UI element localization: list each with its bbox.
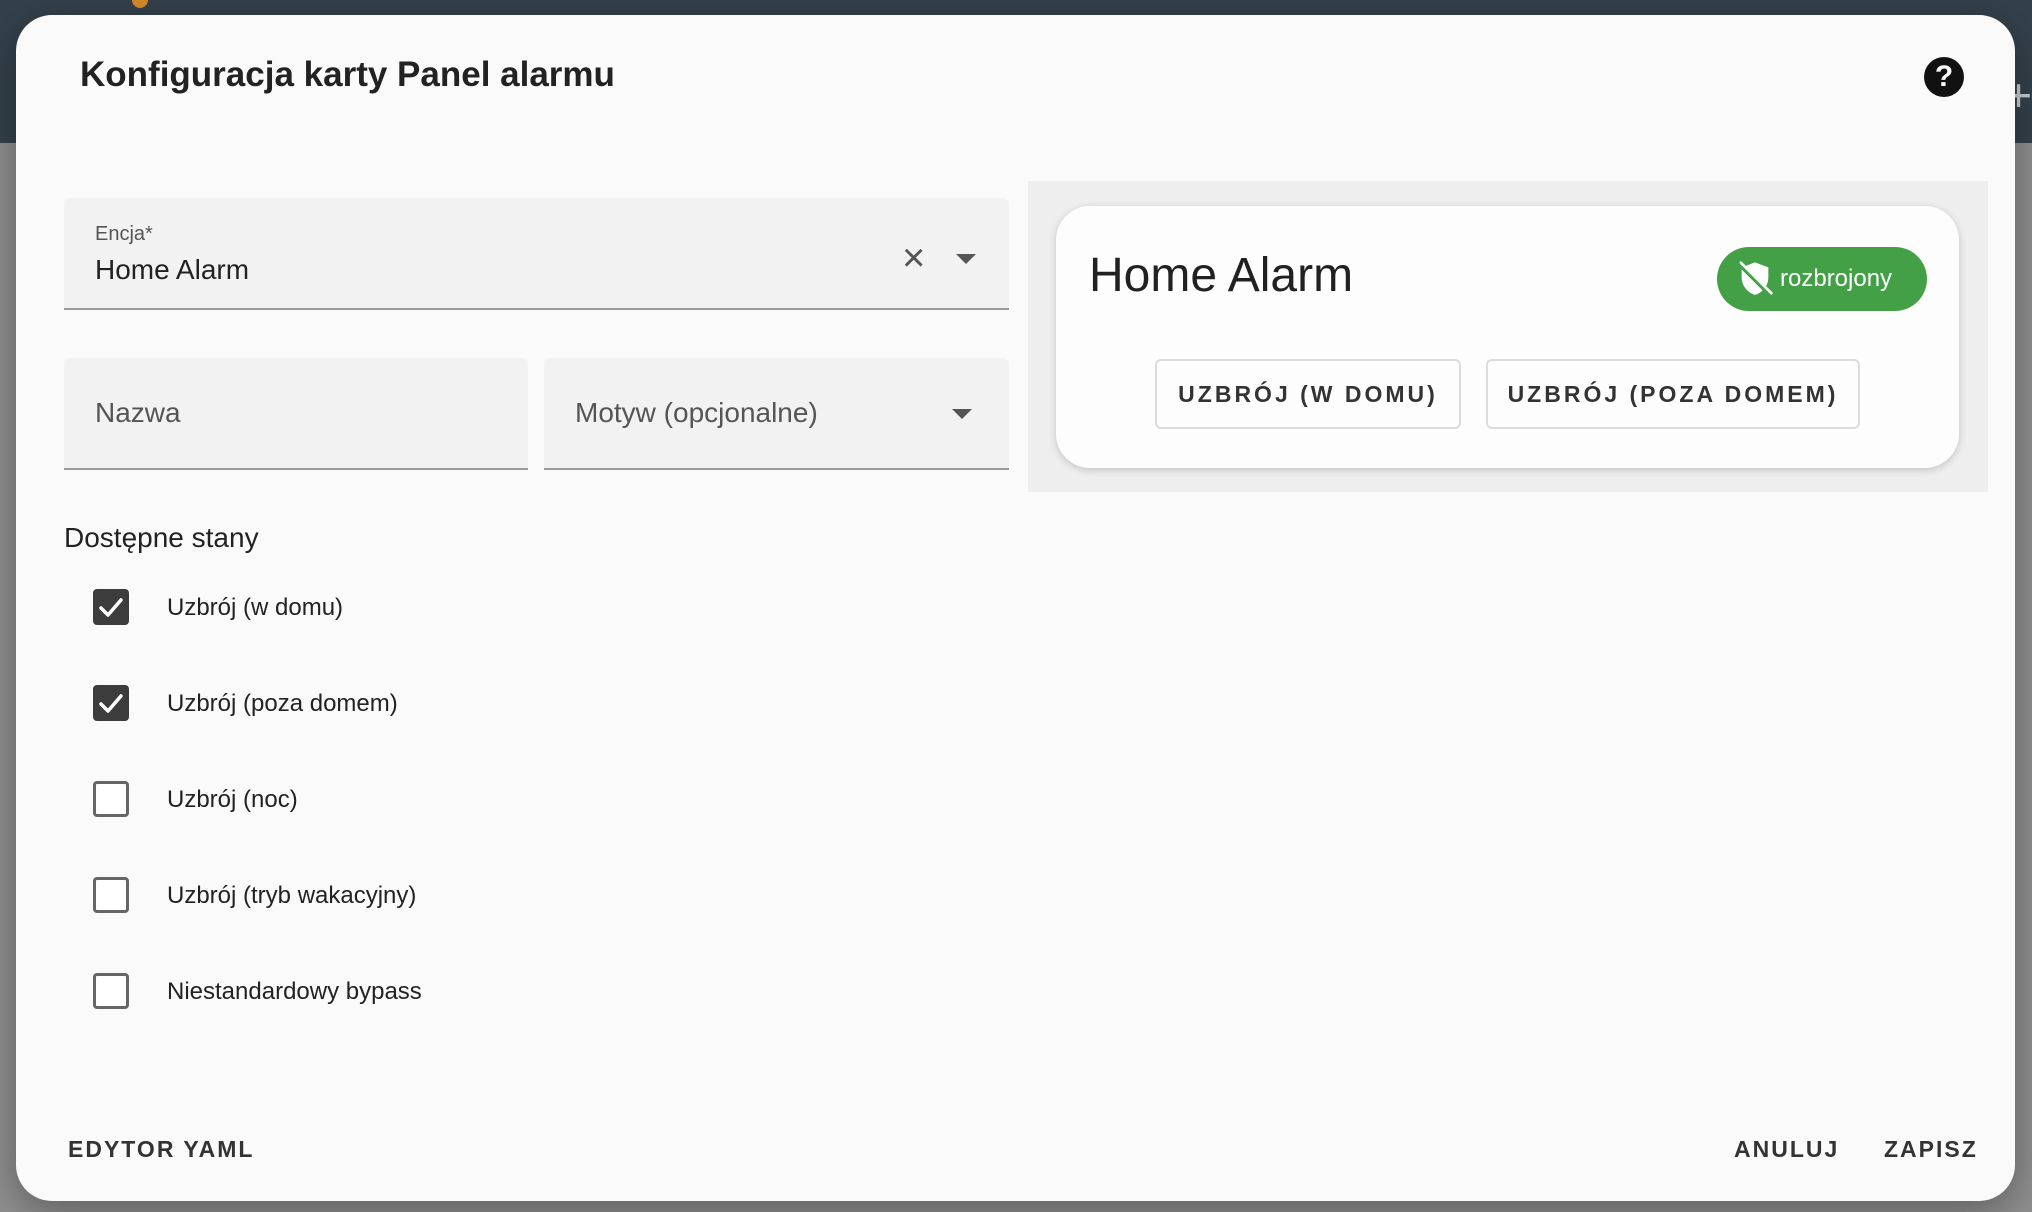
checkmark-icon	[99, 598, 123, 617]
checkbox[interactable]	[93, 973, 129, 1009]
background-logo-fragment	[132, 0, 148, 8]
state-checkbox-label: Niestandardowy bypass	[167, 978, 422, 1005]
card-title: Home Alarm	[1089, 249, 1354, 302]
checkbox[interactable]	[93, 877, 129, 913]
name-field[interactable]: Nazwa	[64, 358, 528, 470]
checkmark-icon	[99, 694, 123, 713]
alarm-panel-card: Home Alarm rozbrojony UZBRÓJ (W DOMU) UZ…	[1056, 206, 1959, 468]
states-section-title: Dostępne stany	[64, 522, 259, 553]
state-checkbox-label: Uzbrój (tryb wakacyjny)	[167, 882, 417, 909]
save-button[interactable]: ZAPISZ	[1884, 1136, 1978, 1163]
entity-field-value: Home Alarm	[95, 254, 250, 285]
arm-home-button[interactable]: UZBRÓJ (W DOMU)	[1155, 359, 1461, 429]
card-config-dialog: Konfiguracja karty Panel alarmu ? Encja*…	[16, 15, 2015, 1201]
dialog-title: Konfiguracja karty Panel alarmu	[80, 55, 615, 94]
state-checkbox-label: Uzbrój (poza domem)	[167, 690, 398, 717]
theme-select-placeholder: Motyw (opcjonalne)	[575, 397, 818, 428]
entity-field[interactable]: Encja* Home Alarm ×	[64, 198, 1009, 310]
status-badge-text: rozbrojony	[1780, 265, 1893, 292]
chevron-down-icon[interactable]	[956, 254, 976, 264]
checkbox[interactable]	[93, 781, 129, 817]
state-checkbox-label: Uzbrój (w domu)	[167, 594, 344, 621]
clear-icon[interactable]: ×	[902, 238, 925, 278]
card-preview: Home Alarm rozbrojony UZBRÓJ (W DOMU) UZ…	[1028, 181, 1988, 492]
checkbox[interactable]	[93, 685, 129, 721]
shield-off-icon	[1737, 261, 1773, 297]
checkbox[interactable]	[93, 589, 129, 625]
help-icon[interactable]: ?	[1924, 57, 1964, 97]
chevron-down-icon[interactable]	[952, 409, 972, 419]
name-field-placeholder: Nazwa	[95, 397, 181, 428]
yaml-editor-button[interactable]: EDYTOR YAML	[68, 1136, 254, 1163]
cancel-button[interactable]: ANULUJ	[1734, 1136, 1839, 1163]
entity-field-label: Encja*	[95, 223, 153, 245]
theme-select[interactable]: Motyw (opcjonalne)	[544, 358, 1009, 470]
state-checkbox-label: Uzbrój (noc)	[167, 786, 298, 813]
arm-away-button[interactable]: UZBRÓJ (POZA DOMEM)	[1486, 359, 1860, 429]
status-badge[interactable]: rozbrojony	[1717, 247, 1927, 311]
